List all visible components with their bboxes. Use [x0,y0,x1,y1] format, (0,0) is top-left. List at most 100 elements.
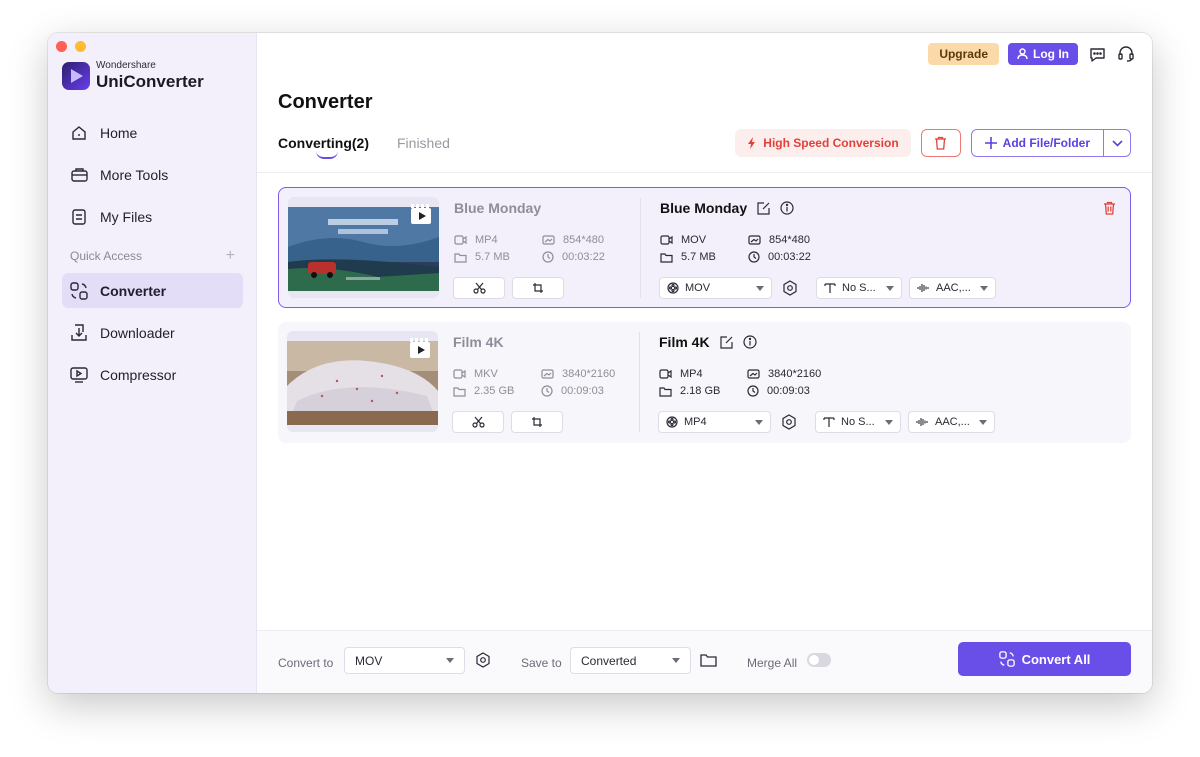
tab-converting[interactable]: Converting(2) [278,135,369,159]
chevron-down-icon [755,419,763,425]
scissors-icon [471,416,485,428]
output-resolution: 854*480 [748,234,810,246]
convert-to-value: MOV [355,653,383,668]
convert-settings-icon[interactable] [474,651,492,669]
chevron-down-icon [886,285,894,291]
card-divider [640,198,641,298]
source-duration: 00:09:03 [541,385,604,397]
action-row: High Speed Conversion Add File/Folder [735,129,1131,157]
audio-select[interactable]: AAC,... [909,277,996,299]
save-to-select[interactable]: Converted [570,647,691,674]
page-title: Converter [278,91,373,113]
source-size-value: 5.7 MB [475,251,510,263]
login-button[interactable]: Log In [1008,43,1078,65]
crop-icon [533,283,543,293]
upgrade-button[interactable]: Upgrade [928,43,999,65]
chevron-down-icon [446,658,454,663]
app-window: Wondershare UniConverter Home More Tools [48,33,1152,693]
crop-button[interactable] [512,277,564,299]
close-window-button[interactable] [56,41,67,52]
add-file-folder-button[interactable]: Add File/Folder [970,129,1131,157]
source-resolution-value: 854*480 [563,234,604,246]
brand-product: UniConverter [96,72,204,91]
chevron-down-icon [885,419,893,425]
source-info: Film 4K [453,334,504,350]
video-thumbnail[interactable] [288,197,439,298]
chevron-down-icon [980,285,988,291]
output-name-row: Film 4K [659,334,757,350]
source-format-value: MKV [474,368,498,380]
card-divider [639,332,640,432]
files-icon [70,208,88,226]
output-format-select-value: MOV [685,282,711,294]
sidebar-item-label: Compressor [100,366,177,383]
sidebar: Wondershare UniConverter Home More Tools [48,33,257,693]
output-format-select[interactable]: MOV [659,277,772,299]
feedback-icon[interactable] [1087,44,1107,64]
subtitle-select[interactable]: No S... [815,411,901,433]
subtitle-select[interactable]: No S... [816,277,902,299]
output-duration: 00:09:03 [747,385,810,397]
play-preview-icon[interactable] [411,204,431,224]
tab-finished[interactable]: Finished [397,135,450,151]
lightning-icon [748,137,756,149]
sidebar-item-label: Downloader [100,324,175,341]
output-duration-value: 00:09:03 [767,385,810,397]
sidebar-item-more-tools[interactable]: More Tools [62,157,243,192]
audio-wave-icon [916,418,928,426]
high-speed-conversion-button[interactable]: High Speed Conversion [735,129,911,157]
source-duration: 00:03:22 [542,251,605,263]
sidebar-item-compressor[interactable]: Compressor [62,357,243,392]
video-camera-icon [660,235,673,245]
quick-access-label: Quick Access [70,249,143,263]
delete-all-button[interactable] [920,129,961,157]
sidebar-item-label: Converter [100,282,167,299]
output-settings-icon[interactable] [780,278,800,298]
format-reel-icon [666,416,678,428]
output-settings-icon[interactable] [779,412,799,432]
add-quick-access-icon[interactable]: + [226,247,235,265]
folder-icon [454,252,467,263]
home-icon [70,124,88,142]
sidebar-item-home[interactable]: Home [62,115,243,150]
video-thumbnail[interactable] [287,331,438,432]
convert-all-button[interactable]: Convert All [958,642,1131,676]
folder-icon[interactable] [699,651,717,669]
source-resolution: 854*480 [542,234,604,246]
conversion-tabs: Converting(2) Finished [278,135,450,159]
sidebar-item-my-files[interactable]: My Files [62,199,243,234]
output-size: 5.7 MB [660,251,716,263]
info-icon[interactable] [742,335,757,349]
output-duration: 00:03:22 [748,251,811,263]
edit-icon[interactable] [719,335,733,349]
sidebar-item-downloader[interactable]: Downloader [62,315,243,350]
output-format-select-value: MP4 [684,416,707,428]
file-card[interactable]: Film 4K MKV 2.35 GB 3840*2160 00:09:03 F… [278,322,1131,443]
merge-all-toggle[interactable] [807,653,831,667]
high-speed-label: High Speed Conversion [763,136,899,150]
source-size: 5.7 MB [454,251,510,263]
info-icon[interactable] [780,201,794,215]
sidebar-nav: Home More Tools My Files Quick Access + [62,115,243,399]
subtitle-select-value: No S... [842,282,876,294]
edit-icon[interactable] [757,201,770,215]
sidebar-item-converter[interactable]: Converter [62,273,243,308]
headset-support-icon[interactable] [1116,44,1136,64]
crop-button[interactable] [511,411,563,433]
chevron-down-icon [1111,139,1123,147]
file-card[interactable]: Blue Monday MP4 5.7 MB 854*480 00:03:22 [278,187,1131,308]
audio-select[interactable]: AAC,... [908,411,995,433]
convert-to-select[interactable]: MOV [344,647,465,674]
output-format-select[interactable]: MP4 [658,411,771,433]
sidebar-item-label: More Tools [100,166,169,183]
trim-button[interactable] [453,277,505,299]
add-file-dropdown[interactable] [1103,130,1130,156]
play-preview-icon[interactable] [410,338,430,358]
trim-button[interactable] [452,411,504,433]
brand-company: Wondershare [96,60,156,71]
compressor-icon [70,366,88,384]
minimize-window-button[interactable] [75,41,86,52]
add-file-main[interactable]: Add File/Folder [972,130,1103,156]
remove-file-icon[interactable] [1103,201,1116,220]
save-to-label: Save to [521,656,562,670]
